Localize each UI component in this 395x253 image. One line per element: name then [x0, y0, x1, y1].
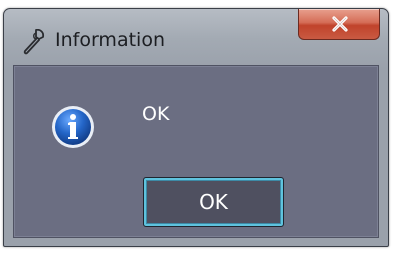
close-button[interactable] [298, 9, 380, 40]
ok-button[interactable]: OK [143, 177, 284, 227]
close-icon [332, 16, 348, 32]
wrench-icon [21, 28, 45, 55]
dialog-message: OK [142, 103, 170, 125]
information-dialog: Information OK OK [3, 8, 389, 247]
window-title: Information [55, 29, 165, 51]
title-bar[interactable]: Information [4, 9, 388, 65]
info-icon [51, 105, 95, 149]
dialog-content: OK OK [13, 65, 379, 238]
